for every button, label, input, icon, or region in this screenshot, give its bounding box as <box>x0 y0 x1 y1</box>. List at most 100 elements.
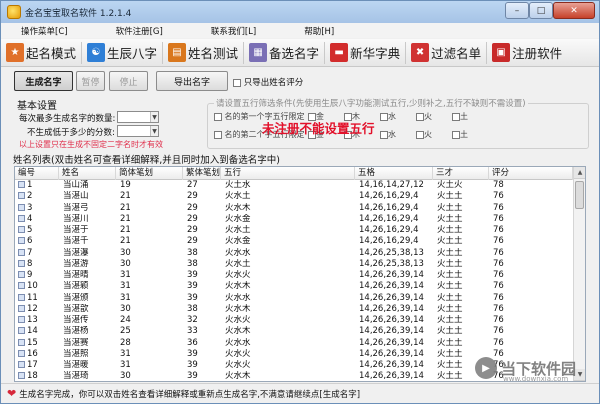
toolbar-item-5[interactable]: ▬ 新华字典 <box>328 41 402 65</box>
table-row[interactable]: 10 当湛颖 31 39 火水木 14,26,26,39,14 火土土 76 <box>15 281 585 292</box>
table-cell: 当湛瀑 <box>63 247 89 258</box>
table-row[interactable]: 2 当湛山 21 29 火水土 14,26,16,29,4 火土土 76 <box>15 191 585 202</box>
element-checkbox[interactable] <box>452 130 460 139</box>
table-cell: 31 <box>120 360 131 370</box>
second-char-filter-checkbox[interactable] <box>214 130 222 139</box>
action-bar: 生成名字 暂停 停止 导出名字 只导出姓名评分 <box>1 67 599 95</box>
table-row[interactable]: 3 当湛弓 21 29 火水木 14,26,16,29,4 火土土 76 <box>15 203 585 214</box>
table-row[interactable]: 11 当湛颁 31 39 火水水 14,26,26,39,14 火土土 76 <box>15 293 585 304</box>
generate-names-button[interactable]: 生成名字 <box>14 71 73 91</box>
chevron-down-icon[interactable]: ▼ <box>150 112 158 122</box>
column-header[interactable]: 五行 <box>221 167 355 180</box>
filter-x-icon: ✖ <box>411 43 430 62</box>
table-row[interactable]: 7 当湛瀑 30 38 火水水 14,26,25,38,13 火土土 76 <box>15 248 585 259</box>
toolbar-item-3[interactable]: ▤ 姓名测试 <box>166 41 240 65</box>
app-window: 金名宝宝取名软件 1.2.1.4 – □ ✕ 操作菜单[C] 软件注册[G] 联… <box>0 0 600 404</box>
table-cell: 76 <box>493 270 504 280</box>
table-cell: 30 <box>120 371 131 382</box>
row-number: 18 <box>27 371 38 382</box>
table-cell: 当湛琦 <box>63 371 89 382</box>
watermark-url: www.downxia.com <box>503 375 569 383</box>
element-checkbox[interactable] <box>380 112 388 121</box>
toolbar-item-1[interactable]: ★ 起名模式 <box>4 41 78 65</box>
element-label: 水 <box>388 130 396 139</box>
column-header[interactable]: 简体笔划 <box>116 167 183 180</box>
vertical-scrollbar[interactable]: ▲ ▼ <box>573 167 585 381</box>
table-cell: 15 <box>18 338 58 349</box>
toolbar-item-7[interactable]: ▣ 注册软件 <box>490 41 564 65</box>
element-option[interactable]: 火 <box>416 111 432 122</box>
column-header[interactable]: 编号 <box>15 167 59 180</box>
table-cell: 14,26,26,39,14 <box>359 281 424 292</box>
toolbar-item-2[interactable]: ☯ 生辰八字 <box>85 41 159 65</box>
table-row[interactable]: 9 当湛晴 31 39 火水火 14,26,26,39,14 火土土 76 <box>15 270 585 281</box>
element-option[interactable]: 水 <box>380 111 396 122</box>
table-cell: 13 <box>18 315 58 326</box>
toolbar-item-6[interactable]: ✖ 过滤名单 <box>409 41 483 65</box>
scroll-up-icon[interactable]: ▲ <box>574 167 585 179</box>
pause-button[interactable]: 暂停 <box>76 71 105 91</box>
table-row[interactable]: 13 当湛传 24 32 火水火 14,26,26,39,14 火土土 76 <box>15 315 585 326</box>
row-number: 11 <box>27 292 38 303</box>
export-score-only-option[interactable]: 只导出姓名评分 <box>233 76 303 88</box>
table-cell: 8 <box>18 259 58 270</box>
column-header[interactable]: 三才 <box>433 167 489 180</box>
column-header[interactable]: 繁体笔划 <box>183 167 221 180</box>
column-header[interactable]: 姓名 <box>59 167 116 180</box>
table-cell: 2 <box>18 191 58 202</box>
element-option[interactable]: 火 <box>416 129 432 140</box>
element-checkbox[interactable] <box>416 112 424 121</box>
table-cell: 21 <box>120 236 131 247</box>
column-header[interactable]: 评分 <box>489 167 573 180</box>
element-checkbox[interactable] <box>416 130 424 139</box>
table-row[interactable]: 4 当湛川 21 29 火水金 14,26,16,29,4 火土土 76 <box>15 214 585 225</box>
element-checkbox[interactable] <box>380 130 388 139</box>
table-row[interactable]: 15 当湛赛 28 36 火水水 14,26,26,39,14 火土土 76 <box>15 338 585 349</box>
close-button[interactable]: ✕ <box>553 2 595 19</box>
export-names-button[interactable]: 导出名字 <box>156 71 228 91</box>
name-list-table[interactable]: 编号 姓名 简体笔划 繁体笔划 五行 五格 三才 评分 1 当山涌 19 27 火土水 14,16,14… <box>14 166 586 382</box>
table-cell: 14,26,26,39,14 <box>359 360 424 370</box>
max-count-input[interactable]: ▼ <box>117 111 159 123</box>
column-header[interactable]: 五格 <box>355 167 433 180</box>
element-option[interactable]: 水 <box>380 129 396 140</box>
table-cell: 火土火 <box>437 180 463 190</box>
table-row[interactable]: 1 当山涌 19 27 火土水 14,16,14,27,12 火土火 78 <box>15 180 585 191</box>
table-row[interactable]: 12 当湛歆 30 38 火水木 14,26,26,39,14 火土土 76 <box>15 304 585 315</box>
table-row[interactable]: 6 当湛千 21 29 火水金 14,26,16,29,4 火土土 76 <box>15 236 585 247</box>
toolbar-label: 过滤名单 <box>431 46 482 61</box>
element-option[interactable]: 土 <box>452 111 468 122</box>
table-cell: 29 <box>187 191 198 202</box>
stop-button[interactable]: 停止 <box>109 71 148 91</box>
table-cell: 14,26,16,29,4 <box>359 225 419 235</box>
chevron-down-icon[interactable]: ▼ <box>150 126 158 136</box>
toolbar-item-4[interactable]: ▦ 备选名字 <box>247 41 321 65</box>
table-cell: 火土水 <box>225 180 251 190</box>
table-cell: 6 <box>18 236 58 247</box>
export-score-only-checkbox[interactable] <box>233 78 241 87</box>
table-cell: 火水金 <box>225 213 251 224</box>
table-cell: 76 <box>493 281 504 292</box>
maximize-button[interactable]: □ <box>529 2 553 19</box>
table-body: 1 当山涌 19 27 火土水 14,16,14,27,12 火土火 78 2 当湛山 21 29 火水… <box>15 180 585 382</box>
menu-register[interactable]: 软件注册[G] <box>114 25 165 37</box>
menu-contact[interactable]: 联系我们[L] <box>209 25 258 37</box>
element-label: 土 <box>460 130 468 139</box>
min-score-input[interactable]: ▼ <box>117 125 159 137</box>
table-cell: 当湛颖 <box>63 281 89 292</box>
first-char-filter-checkbox[interactable] <box>214 112 222 121</box>
minimize-button[interactable]: – <box>505 2 529 19</box>
table-row[interactable]: 8 当湛游 30 38 火水土 14,26,25,38,13 火土土 76 <box>15 259 585 270</box>
row-item-icon <box>18 192 25 200</box>
element-option[interactable]: 土 <box>452 129 468 140</box>
yinyang-icon: ☯ <box>87 43 106 62</box>
toolbar-separator <box>243 41 245 64</box>
table-row[interactable]: 5 当湛于 21 29 火水土 14,26,16,29,4 火土土 76 <box>15 225 585 236</box>
menu-help[interactable]: 帮助[H] <box>302 25 336 37</box>
scroll-thumb[interactable] <box>575 181 584 209</box>
table-row[interactable]: 14 当湛杨 25 33 火水木 14,26,26,39,14 火土土 76 <box>15 326 585 337</box>
element-checkbox[interactable] <box>452 112 460 121</box>
table-cell: 火土土 <box>437 225 463 235</box>
table-cell: 当湛传 <box>63 315 89 325</box>
menu-operation[interactable]: 操作菜单[C] <box>19 25 70 37</box>
